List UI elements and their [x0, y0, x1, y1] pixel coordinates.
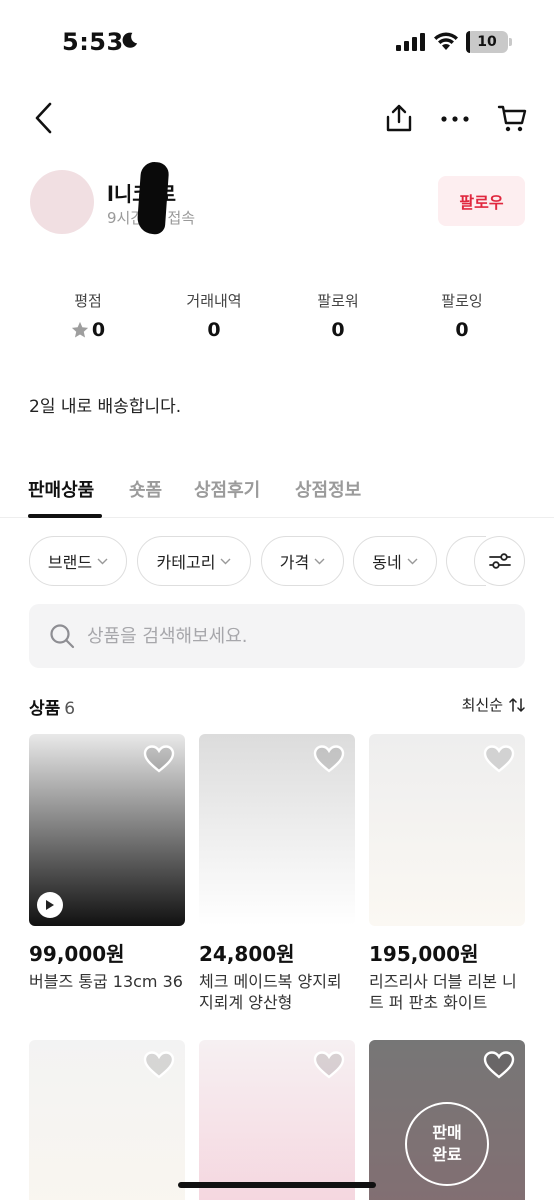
filter-label: 동네 — [372, 553, 402, 572]
stat-label: 팔로잉 — [441, 292, 483, 310]
battery-cap — [509, 38, 512, 46]
product-price: 24,800원 — [199, 942, 295, 966]
sort-arrows-icon — [509, 697, 525, 712]
products-title: 상품 — [29, 699, 61, 719]
heart-icon[interactable] — [483, 1050, 515, 1080]
play-icon — [46, 900, 54, 910]
more-button[interactable] — [436, 100, 474, 138]
wifi-icon — [434, 32, 458, 50]
stat-label: 거래내역 — [186, 292, 242, 310]
redaction-mark — [136, 161, 170, 235]
sold-label: 판매 — [432, 1123, 462, 1142]
filter-category[interactable]: 카테고리 — [137, 536, 251, 586]
heart-icon[interactable] — [313, 1050, 345, 1080]
product-price: 195,000원 — [369, 942, 479, 966]
more-dots-icon — [441, 116, 469, 122]
sliders-icon — [488, 553, 511, 569]
home-indicator — [178, 1182, 376, 1188]
cart-button[interactable] — [492, 98, 532, 138]
chevron-left-icon — [35, 102, 52, 134]
product-image[interactable] — [29, 1040, 185, 1200]
filter-neighborhood[interactable]: 동네 — [353, 536, 437, 586]
battery-icon: 10 — [466, 31, 508, 53]
stat-value: 0 — [207, 319, 221, 341]
chevron-down-icon — [220, 558, 231, 564]
stat-followers[interactable]: 팔로워 0 — [283, 290, 393, 341]
stat-rating[interactable]: 평점 0 — [33, 290, 143, 343]
search-box[interactable] — [29, 604, 525, 668]
tab-products[interactable]: 판매상품 — [28, 476, 94, 502]
tab-shortform[interactable]: 숏폼 — [129, 476, 162, 502]
filter-settings-button[interactable] — [474, 536, 525, 586]
product-card[interactable]: 195,000원리즈리사 더블 리본 니트 퍼 판초 화이트 — [369, 734, 525, 1013]
tab-underline — [28, 514, 102, 518]
sort-label: 최신순 — [461, 696, 503, 714]
tab-bar: 판매상품 숏폼 상점후기 상점정보 — [0, 472, 554, 518]
cart-icon — [497, 105, 527, 132]
filter-price[interactable]: 가격 — [261, 536, 344, 586]
heart-icon[interactable] — [143, 744, 175, 774]
heart-icon[interactable] — [313, 744, 345, 774]
heart-icon[interactable] — [483, 744, 515, 774]
status-bar: 5:53 10 — [0, 0, 554, 84]
product-image[interactable] — [199, 734, 355, 926]
chevron-down-icon — [314, 558, 325, 564]
product-image[interactable] — [29, 734, 185, 926]
battery-level: 10 — [477, 34, 497, 50]
tab-reviews[interactable]: 상점후기 — [194, 476, 260, 502]
product-image[interactable]: 판매완료 — [369, 1040, 525, 1200]
sort-button[interactable]: 최신순 — [462, 694, 525, 715]
sold-badge: 판매완료 — [405, 1102, 489, 1186]
products-header: 상품 6 — [29, 694, 75, 719]
filter-brand[interactable]: 브랜드 — [29, 536, 127, 586]
star-icon — [71, 321, 88, 338]
stat-transactions[interactable]: 거래내역 0 — [159, 290, 269, 341]
stat-following[interactable]: 팔로잉 0 — [407, 290, 517, 341]
filter-label: 가격 — [279, 553, 310, 572]
stat-label: 평점 — [74, 292, 102, 310]
product-card[interactable] — [199, 1040, 355, 1200]
product-card[interactable]: 판매완료 — [369, 1040, 525, 1200]
share-button[interactable] — [380, 98, 418, 138]
stat-value: 0 — [91, 319, 106, 341]
product-name: 버블즈 통굽 13cm 36 — [29, 972, 183, 991]
product-image[interactable] — [369, 734, 525, 926]
share-icon — [386, 104, 412, 132]
search-icon — [50, 624, 75, 649]
status-time: 5:53 — [62, 28, 124, 56]
stat-label: 팔로워 — [317, 292, 359, 310]
search-input[interactable] — [87, 625, 487, 647]
product-image[interactable] — [199, 1040, 355, 1200]
moon-icon — [122, 32, 138, 48]
filter-label: 카테고리 — [156, 553, 216, 572]
video-badge — [37, 892, 63, 918]
product-price: 99,000원 — [29, 942, 125, 966]
chevron-down-icon — [407, 558, 418, 564]
sold-label: 완료 — [432, 1145, 462, 1164]
product-card[interactable] — [29, 1040, 185, 1200]
product-name: 리즈리사 더블 리본 니트 퍼 판초 화이트 — [369, 972, 517, 1012]
product-card[interactable]: 99,000원버블즈 통굽 13cm 36 — [29, 734, 185, 992]
shop-intro: 2일 내로 배송합니다. — [29, 397, 182, 417]
avatar[interactable] — [30, 170, 94, 234]
stat-value: 0 — [331, 319, 345, 341]
filter-label: 브랜드 — [47, 553, 93, 572]
product-name: 체크 메이드복 양지뢰 지뢰계 양산형 — [199, 972, 342, 1012]
chevron-down-icon — [97, 558, 108, 564]
back-button[interactable] — [26, 98, 62, 138]
products-count: 6 — [64, 699, 76, 719]
tab-shop-info[interactable]: 상점정보 — [295, 476, 361, 502]
follow-button[interactable]: 팔로우 — [438, 176, 525, 226]
stat-value: 0 — [455, 319, 469, 341]
heart-icon[interactable] — [143, 1050, 175, 1080]
product-card[interactable]: 24,800원체크 메이드복 양지뢰 지뢰계 양산형 — [199, 734, 355, 1013]
signal-icon — [396, 33, 425, 51]
